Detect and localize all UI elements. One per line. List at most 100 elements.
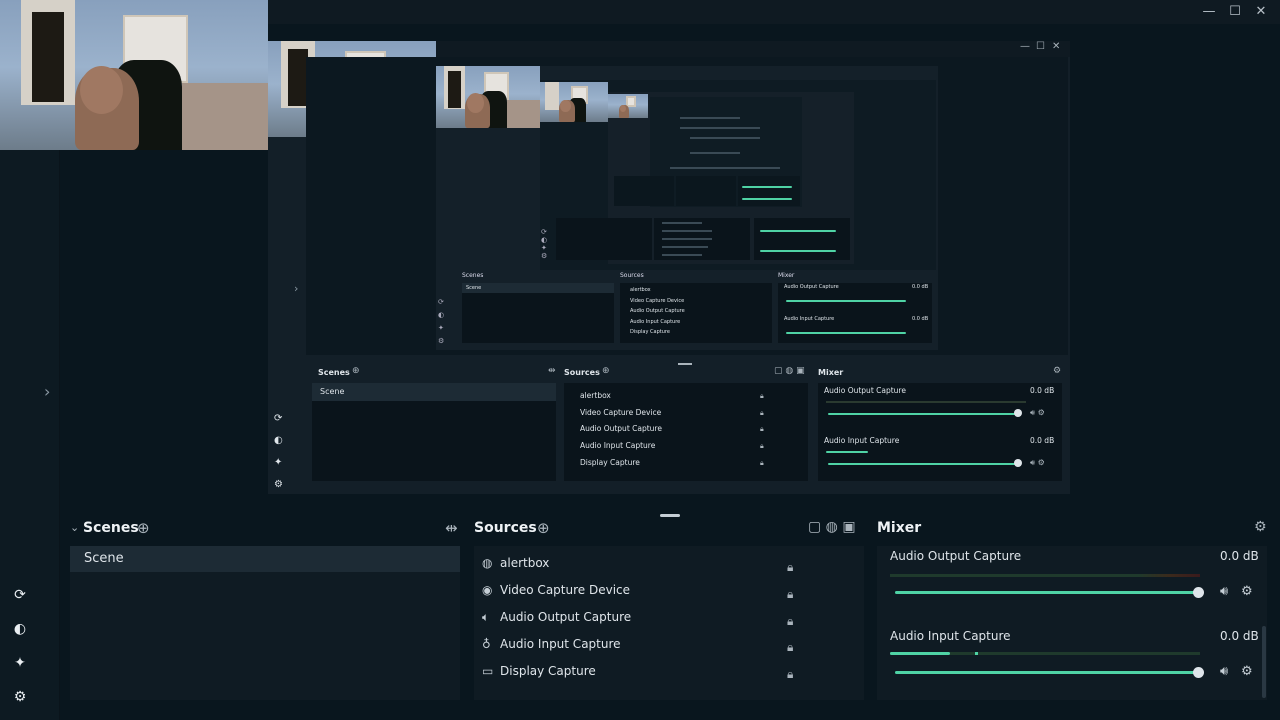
volume-meter-peak xyxy=(975,652,978,655)
nested-sources-title: Sources xyxy=(564,368,600,377)
nested2-nav-icons: ⟳ ◐ ✦ ⚙ xyxy=(438,298,445,345)
nested-mixer-settings-icon: ⚙ xyxy=(1053,366,1062,376)
mixer-channel-name: Audio Output Capture xyxy=(890,549,1022,563)
webcam-feed xyxy=(0,0,268,150)
nested-add-scene-icon: ⊕ xyxy=(352,366,360,376)
add-scene-icon[interactable]: ⊕ xyxy=(137,519,150,537)
nested2-source-item: alertbox xyxy=(630,287,651,293)
source-tools-icons[interactable]: ▢ ◍ ▣ xyxy=(808,519,856,535)
studio-mode-icon[interactable]: ⟳ xyxy=(10,585,30,605)
nested2-mixer-ch2: Audio Input Capture xyxy=(784,316,835,322)
nested-scenes-title: Scenes xyxy=(318,368,350,377)
nested-sources-panel: alertbox Video Capture Device Audio Outp… xyxy=(564,383,808,481)
dock-resize-handle[interactable] xyxy=(660,514,680,517)
nested2-scene-item: Scene xyxy=(462,283,614,293)
nested-minimize: — xyxy=(1020,41,1030,52)
source-label: Audio Output Capture xyxy=(500,610,632,624)
scene-item[interactable]: Scene xyxy=(70,546,460,572)
nested-add-source-icon: ⊕ xyxy=(602,366,610,376)
nested-scene-item: Scene xyxy=(312,383,556,401)
source-label: Video Capture Device xyxy=(500,583,631,597)
channel-settings-icon[interactable]: ⚙ xyxy=(1241,584,1253,599)
volume-slider-knob[interactable] xyxy=(1193,587,1204,598)
nested2-mixer-ch2-db: 0.0 dB xyxy=(912,316,929,322)
source-item-display-capture[interactable]: ▭ Display Capture xyxy=(482,659,596,683)
source-item-audio-input[interactable]: ♁ Audio Input Capture xyxy=(482,632,621,656)
level3-mixer xyxy=(754,218,850,260)
minimize-button[interactable]: — xyxy=(1198,2,1220,22)
nested-webcam-2 xyxy=(436,66,540,128)
mixer-title: Mixer xyxy=(877,520,922,536)
level3-sources xyxy=(654,218,750,260)
sources-panel: ◍ alertbox ◉ Video Capture Device 🔈︎ Aud… xyxy=(474,546,864,700)
maximize-button[interactable]: ☐ xyxy=(1224,2,1246,22)
nested-webcam-3 xyxy=(540,82,608,122)
nested-lock-icons: 🔒︎ 🔒︎ 🔒︎ 🔒︎ 🔒︎ xyxy=(760,392,764,467)
nested-close: ✕ xyxy=(1052,41,1061,52)
theme-icon[interactable]: ◐ xyxy=(10,619,30,639)
title-bar: — ☐ ✕ xyxy=(268,0,1280,24)
lock-icons[interactable]: 🔒︎ 🔒︎ 🔒︎ 🔒︎ 🔒︎ xyxy=(787,554,793,688)
nested2-scenes-title: Scenes xyxy=(462,272,484,279)
monitor-icon: ▭ xyxy=(482,664,494,678)
nested-mute-icon: 🔊︎ ⚙ xyxy=(1030,408,1045,417)
source-label: alertbox xyxy=(500,556,550,570)
sparkle-icon[interactable]: ✦ xyxy=(10,653,30,673)
nested2-sources-title: Sources xyxy=(620,272,644,279)
mixer-channel-level: 0.0 dB xyxy=(1220,629,1259,643)
nested-expand-icon: › xyxy=(294,282,299,295)
mini-scenes xyxy=(614,176,674,206)
volume-slider[interactable] xyxy=(895,591,1198,594)
nested2-source-item: Display Capture xyxy=(630,329,670,335)
source-item-audio-output[interactable]: 🔈︎ Audio Output Capture xyxy=(482,605,631,629)
left-nav: › ⟳ ◐ ✦ ⚙ xyxy=(0,150,60,720)
nested-mixer-ch2-db: 0.0 dB xyxy=(1030,436,1055,445)
source-label: Display Capture xyxy=(500,664,596,678)
nested2-source-item: Audio Input Capture xyxy=(630,318,681,325)
scenes-panel: Scene xyxy=(70,546,460,700)
nested-mixer-ch2: Audio Input Capture xyxy=(824,436,900,445)
settings-icon[interactable]: ⚙ xyxy=(10,687,30,707)
add-source-icon[interactable]: ⊕ xyxy=(537,519,550,537)
mixer-channel-name: Audio Input Capture xyxy=(890,629,1011,643)
speaker-icon: 🔈︎ xyxy=(482,609,490,624)
nested-mixer-ch1-db: 0.0 dB xyxy=(1030,386,1055,395)
source-label: Audio Input Capture xyxy=(500,637,621,651)
mini-mixer xyxy=(738,176,800,206)
nested2-mixer-title: Mixer xyxy=(778,272,795,279)
nested2-mixer-ch1-db: 0.0 dB xyxy=(912,284,929,290)
volume-meter xyxy=(890,574,1200,577)
mute-icon[interactable]: 🔊︎ xyxy=(1220,584,1228,599)
nested-split-icon: ⇹ xyxy=(548,366,556,376)
nested2-mixer-ch1: Audio Output Capture xyxy=(784,284,839,290)
mini-sources xyxy=(676,176,736,206)
nested-mute-icon-2: 🔊︎ ⚙ xyxy=(1030,458,1045,467)
nested2-source-item: Audio Output Capture xyxy=(630,308,685,314)
nested2-sources-panel: alertbox Video Capture Device Audio Outp… xyxy=(620,283,772,343)
camera-icon: ◉ xyxy=(482,583,493,597)
nested-scenes-panel: Scene xyxy=(312,383,556,481)
volume-meter-fill xyxy=(890,652,950,655)
mixer-scrollbar[interactable] xyxy=(1262,626,1266,698)
nested-resize-handle xyxy=(678,363,692,365)
volume-slider-2[interactable] xyxy=(895,671,1198,674)
channel-settings-icon-2[interactable]: ⚙ xyxy=(1241,664,1253,679)
level3-scenes xyxy=(556,218,652,260)
source-item-alertbox[interactable]: ◍ alertbox xyxy=(482,551,549,575)
mixer-settings-icon[interactable]: ⚙ xyxy=(1254,519,1267,535)
scenes-title: Scenes xyxy=(83,520,139,536)
nested-mixer-panel: Audio Output Capture 0.0 dB 🔊︎ ⚙ Audio I… xyxy=(818,383,1062,481)
nested-mixer-ch1: Audio Output Capture xyxy=(824,386,906,395)
nested-maximize: ☐ xyxy=(1036,41,1045,52)
nested-title-bar: — ☐ ✕ xyxy=(436,41,1070,57)
sources-title: Sources xyxy=(474,520,537,536)
volume-slider-knob-2[interactable] xyxy=(1193,667,1204,678)
nested2-mixer-panel: Audio Output Capture 0.0 dB Audio Input … xyxy=(778,283,932,343)
scenes-collapse-icon[interactable]: ⌄ xyxy=(70,521,79,534)
mixer-channel-level: 0.0 dB xyxy=(1220,549,1259,563)
source-item-video-capture[interactable]: ◉ Video Capture Device xyxy=(482,578,630,602)
mute-icon-2[interactable]: 🔊︎ xyxy=(1220,664,1228,679)
split-view-icon[interactable]: ⇹ xyxy=(445,519,458,537)
expand-nav-icon[interactable]: › xyxy=(44,382,50,401)
close-button[interactable]: ✕ xyxy=(1250,2,1272,22)
